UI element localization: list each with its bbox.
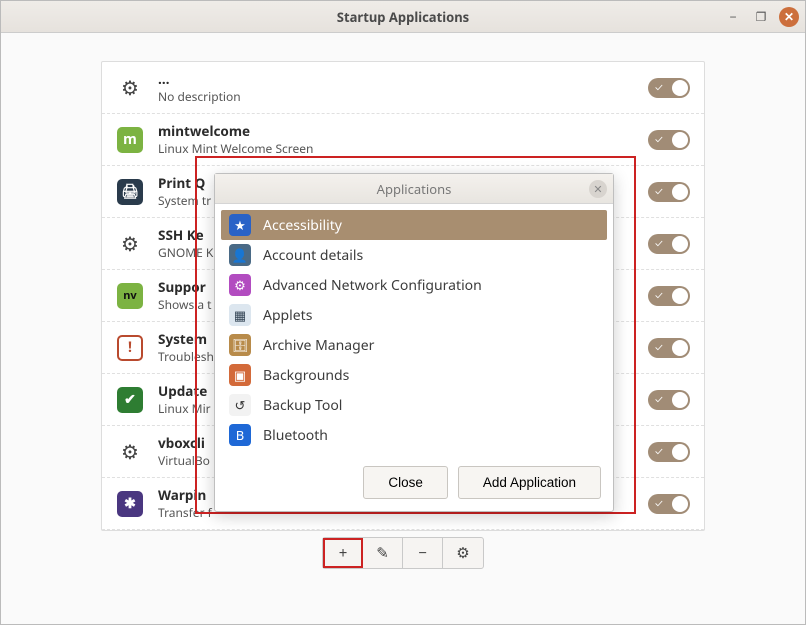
edit-button[interactable]: ✎ bbox=[363, 538, 403, 568]
application-label: Bluetooth bbox=[263, 426, 328, 445]
dialog-add-button[interactable]: Add Application bbox=[458, 466, 601, 499]
application-icon: ⚙ bbox=[229, 274, 251, 296]
application-icon: ↺ bbox=[229, 394, 251, 416]
enable-toggle[interactable] bbox=[648, 234, 690, 254]
dialog-close-icon[interactable]: ✕ bbox=[589, 180, 607, 198]
close-button[interactable]: ✕ bbox=[779, 7, 799, 27]
application-item[interactable]: B Bluetooth bbox=[221, 420, 607, 450]
row-icon: ✔ bbox=[116, 386, 144, 414]
application-item[interactable]: ▣ Backgrounds bbox=[221, 360, 607, 390]
dialog-title: Applications ✕ bbox=[215, 174, 613, 204]
application-label: Advanced Network Configuration bbox=[263, 276, 482, 295]
row-icon: ✱ bbox=[116, 490, 144, 518]
enable-toggle[interactable] bbox=[648, 78, 690, 98]
row-title: mintwelcome bbox=[158, 122, 634, 140]
application-label: Applets bbox=[263, 306, 312, 325]
row-icon: 🖨 bbox=[116, 178, 144, 206]
application-label: Accessibility bbox=[263, 216, 342, 235]
startup-row[interactable]: ⚙xapp-sn-watcherA service that provides … bbox=[102, 530, 704, 531]
add-button[interactable]: + bbox=[323, 538, 363, 568]
dialog-close-button[interactable]: Close bbox=[363, 466, 448, 499]
row-icon: nv bbox=[116, 282, 144, 310]
titlebar: Startup Applications − ❐ ✕ bbox=[1, 1, 805, 33]
application-label: Account details bbox=[263, 246, 363, 265]
row-title: … bbox=[158, 70, 634, 88]
enable-toggle[interactable] bbox=[648, 286, 690, 306]
enable-toggle[interactable] bbox=[648, 182, 690, 202]
row-desc: Linux Mint Welcome Screen bbox=[158, 140, 634, 157]
window-title: Startup Applications bbox=[337, 8, 469, 26]
enable-toggle[interactable] bbox=[648, 338, 690, 358]
row-icon: ⚙ bbox=[116, 438, 144, 466]
application-icon: ▦ bbox=[229, 304, 251, 326]
row-text: mintwelcomeLinux Mint Welcome Screen bbox=[158, 122, 634, 157]
applications-dialog: Applications ✕ ★ Accessibility 👤 Account de… bbox=[214, 173, 614, 512]
row-icon: ⚙ bbox=[116, 74, 144, 102]
run-button[interactable]: ⚙ bbox=[443, 538, 483, 568]
enable-toggle[interactable] bbox=[648, 494, 690, 514]
row-desc: No description bbox=[158, 88, 634, 105]
list-toolbar: + ✎ − ⚙ bbox=[101, 537, 705, 569]
application-item[interactable]: ★ Accessibility bbox=[221, 210, 607, 240]
minimize-button[interactable]: − bbox=[723, 7, 743, 27]
application-item[interactable]: 🗄 Archive Manager bbox=[221, 330, 607, 360]
application-item[interactable]: ↺ Backup Tool bbox=[221, 390, 607, 420]
application-label: Backgrounds bbox=[263, 366, 349, 385]
row-icon: ! bbox=[116, 334, 144, 362]
enable-toggle[interactable] bbox=[648, 442, 690, 462]
application-icon: ▣ bbox=[229, 364, 251, 386]
dialog-buttons: Close Add Application bbox=[215, 456, 613, 511]
remove-button[interactable]: − bbox=[403, 538, 443, 568]
enable-toggle[interactable] bbox=[648, 390, 690, 410]
application-icon: 🗄 bbox=[229, 334, 251, 356]
row-icon: m bbox=[116, 126, 144, 154]
application-label: Archive Manager bbox=[263, 336, 374, 355]
enable-toggle[interactable] bbox=[648, 130, 690, 150]
startup-row[interactable]: ⚙ …No description bbox=[102, 62, 704, 114]
application-icon: ★ bbox=[229, 214, 251, 236]
row-text: …No description bbox=[158, 70, 634, 105]
application-item[interactable]: 👤 Account details bbox=[221, 240, 607, 270]
application-icon: B bbox=[229, 424, 251, 446]
toolbar-group: + ✎ − ⚙ bbox=[322, 537, 484, 569]
row-icon: ⚙ bbox=[116, 230, 144, 258]
window-controls: − ❐ ✕ bbox=[723, 7, 799, 27]
application-item[interactable]: ▦ Applets bbox=[221, 300, 607, 330]
application-item[interactable]: ⚙ Advanced Network Configuration bbox=[221, 270, 607, 300]
application-icon: 👤 bbox=[229, 244, 251, 266]
application-list: ★ Accessibility 👤 Account details ⚙ Advanced … bbox=[215, 204, 613, 456]
startup-row[interactable]: m mintwelcomeLinux Mint Welcome Screen bbox=[102, 114, 704, 166]
dialog-title-text: Applications bbox=[377, 180, 452, 198]
maximize-button[interactable]: ❐ bbox=[751, 7, 771, 27]
application-label: Backup Tool bbox=[263, 396, 342, 415]
